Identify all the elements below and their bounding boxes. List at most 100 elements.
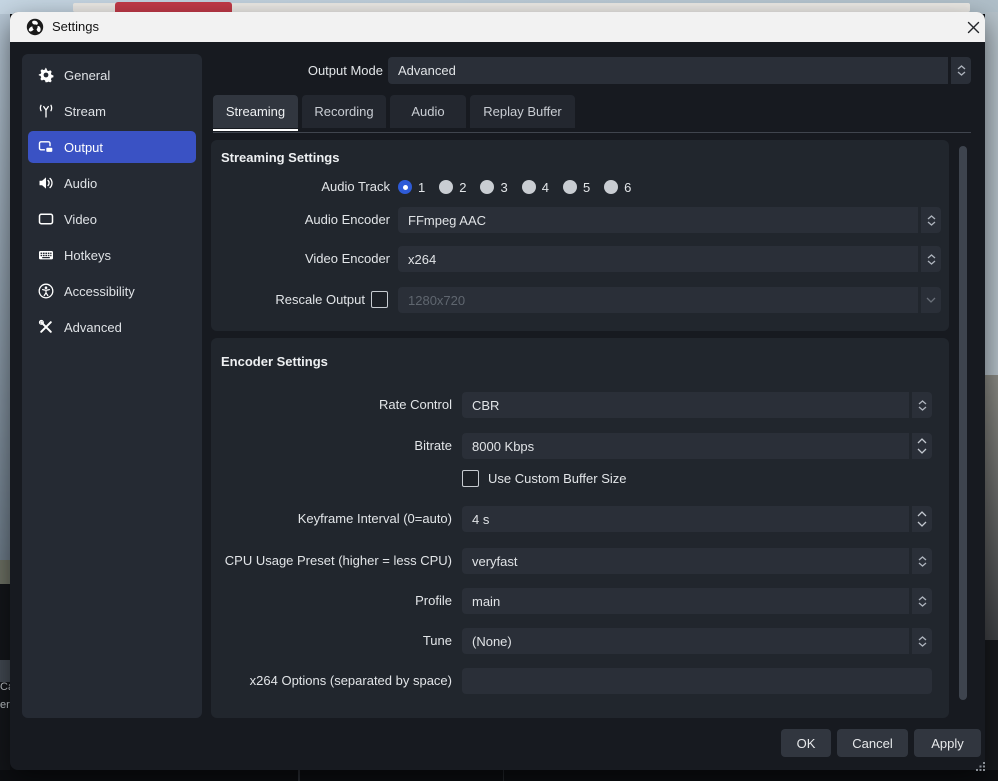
- close-icon[interactable]: [962, 16, 984, 38]
- chevron-down-icon: [927, 221, 936, 226]
- combo-arrows[interactable]: [912, 548, 932, 574]
- tune-select[interactable]: (None): [462, 628, 932, 654]
- sidebar-item-label: Video: [64, 212, 97, 227]
- sidebar-item-output[interactable]: Output: [28, 131, 196, 163]
- tab-streaming[interactable]: Streaming: [213, 95, 298, 128]
- rate-control-label: Rate Control: [202, 397, 452, 413]
- speaker-icon: [38, 175, 54, 191]
- chevron-up-icon: [918, 596, 927, 601]
- output-mode-label: Output Mode: [233, 57, 383, 84]
- sidebar-item-hotkeys[interactable]: Hotkeys: [28, 239, 196, 271]
- profile-select[interactable]: main: [462, 588, 932, 614]
- bitrate-value: 8000 Kbps: [472, 439, 534, 454]
- bitrate-label: Bitrate: [202, 438, 452, 454]
- sidebar-item-label: General: [64, 68, 110, 83]
- sidebar-item-label: Accessibility: [64, 284, 135, 299]
- scrollbar-thumb[interactable]: [959, 146, 967, 700]
- radio-track-4[interactable]: [522, 180, 536, 194]
- combo-arrows[interactable]: [921, 207, 941, 233]
- radio-label: 3: [500, 180, 507, 195]
- radio-label: 2: [459, 180, 466, 195]
- keyframe-interval-label: Keyframe Interval (0=auto): [202, 511, 452, 527]
- background-left-strip: [0, 682, 10, 781]
- output-mode-select[interactable]: Advanced: [388, 57, 971, 84]
- custom-buffer-checkbox[interactable]: [462, 470, 479, 487]
- sidebar-item-video[interactable]: Video: [28, 203, 196, 235]
- background-left-strip: [0, 14, 10, 560]
- rescale-output-checkbox[interactable]: [371, 291, 388, 308]
- combo-arrows[interactable]: [951, 57, 971, 84]
- spin-arrows[interactable]: [912, 506, 932, 532]
- chevron-up-icon: [957, 65, 966, 70]
- radio-track-1[interactable]: [398, 180, 412, 194]
- keyframe-interval-value: 4 s: [472, 512, 489, 527]
- tab-label: Recording: [314, 104, 373, 119]
- keyframe-interval-spinbox[interactable]: 4 s: [462, 506, 932, 532]
- background-divider: [298, 770, 300, 781]
- chevron-up-icon: [927, 254, 936, 259]
- background-left-strip: [0, 584, 10, 660]
- bitrate-spinbox[interactable]: 8000 Kbps: [462, 433, 932, 459]
- resize-grip[interactable]: [976, 758, 986, 776]
- rate-control-value: CBR: [472, 398, 499, 413]
- audio-encoder-value: FFmpeg AAC: [408, 213, 486, 228]
- audio-encoder-select[interactable]: FFmpeg AAC: [398, 207, 941, 233]
- sidebar-item-audio[interactable]: Audio: [28, 167, 196, 199]
- tab-separator: [213, 132, 971, 133]
- cancel-button-label: Cancel: [852, 736, 892, 751]
- x264-options-input[interactable]: [462, 668, 932, 694]
- sidebar-item-stream[interactable]: Stream: [28, 95, 196, 127]
- x264-options-label: x264 Options (separated by space): [152, 673, 452, 689]
- video-encoder-value: x264: [408, 252, 436, 267]
- combo-arrows[interactable]: [912, 628, 932, 654]
- rescale-resolution-select[interactable]: 1280x720: [398, 287, 941, 313]
- tools-icon: [38, 319, 54, 335]
- audio-track-radio-group: 1 2 3 4 5 6: [398, 179, 645, 195]
- titlebar[interactable]: [10, 12, 985, 42]
- chevron-up-icon: [927, 215, 936, 220]
- radio-track-2[interactable]: [439, 180, 453, 194]
- audio-track-label: Audio Track: [240, 179, 390, 195]
- ok-button[interactable]: OK: [781, 729, 831, 757]
- chevron-down-icon: [918, 642, 927, 647]
- chevron-up-icon: [917, 438, 927, 444]
- sidebar-item-label: Stream: [64, 104, 106, 119]
- antenna-icon: [38, 103, 54, 119]
- custom-buffer-label: Use Custom Buffer Size: [488, 470, 626, 488]
- dialog-title: Settings: [52, 12, 99, 42]
- tab-replay-buffer[interactable]: Replay Buffer: [470, 95, 575, 128]
- background-right-strip: [985, 640, 998, 781]
- cpu-preset-label: CPU Usage Preset (higher = less CPU): [152, 553, 452, 569]
- combo-arrows[interactable]: [921, 287, 941, 313]
- combo-arrows[interactable]: [921, 246, 941, 272]
- sidebar-item-advanced[interactable]: Advanced: [28, 311, 196, 343]
- chevron-down-icon: [926, 297, 936, 303]
- streaming-settings-title: Streaming Settings: [221, 150, 339, 165]
- screen: Ca er Settings General: [0, 0, 998, 781]
- radio-track-6[interactable]: [604, 180, 618, 194]
- chevron-down-icon: [917, 521, 927, 527]
- ok-button-label: OK: [797, 736, 816, 751]
- cancel-button[interactable]: Cancel: [837, 729, 908, 757]
- combo-arrows[interactable]: [912, 392, 932, 418]
- rate-control-select[interactable]: CBR: [462, 392, 932, 418]
- encoder-settings-title: Encoder Settings: [221, 354, 328, 369]
- chevron-up-icon: [918, 636, 927, 641]
- video-encoder-label: Video Encoder: [190, 251, 390, 267]
- apply-button[interactable]: Apply: [914, 729, 981, 757]
- sidebar-item-label: Hotkeys: [64, 248, 111, 263]
- radio-track-5[interactable]: [563, 180, 577, 194]
- tab-recording[interactable]: Recording: [302, 95, 386, 128]
- radio-track-3[interactable]: [480, 180, 494, 194]
- sidebar-item-general[interactable]: General: [28, 59, 196, 91]
- output-icon: [38, 139, 54, 155]
- background-divider: [503, 770, 504, 781]
- cpu-preset-select[interactable]: veryfast: [462, 548, 932, 574]
- combo-arrows[interactable]: [912, 588, 932, 614]
- spin-arrows[interactable]: [912, 433, 932, 459]
- tab-label: Audio: [411, 104, 444, 119]
- sidebar-item-label: Audio: [64, 176, 97, 191]
- tune-label: Tune: [202, 633, 452, 649]
- video-encoder-select[interactable]: x264: [398, 246, 941, 272]
- tab-audio[interactable]: Audio: [390, 95, 466, 128]
